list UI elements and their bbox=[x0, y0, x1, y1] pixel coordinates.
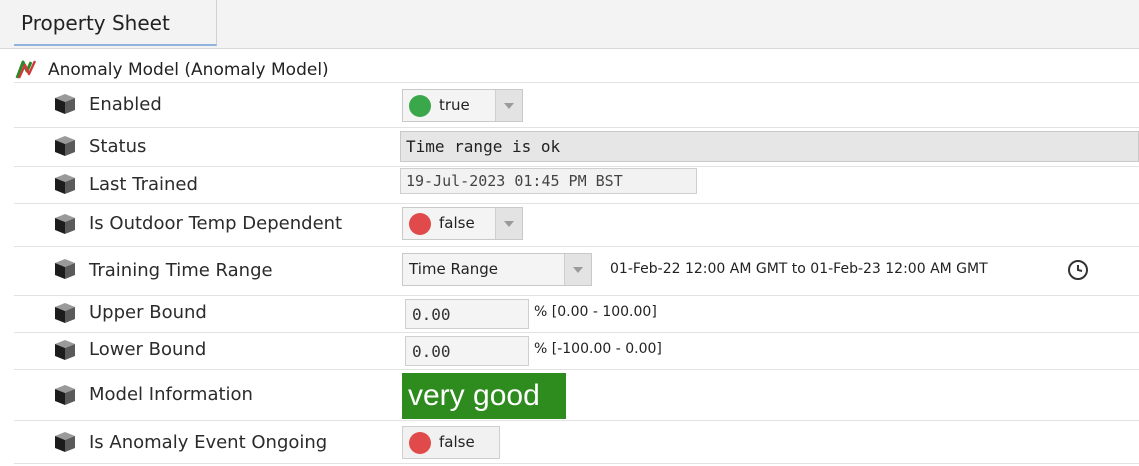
false-status-dot bbox=[409, 213, 431, 235]
anomaly-ongoing-label: Is Anomaly Event Ongoing bbox=[89, 432, 328, 453]
status-value-field: Time range is ok bbox=[400, 131, 1139, 162]
property-row-anomaly-ongoing: Is Anomaly Event Ongoing false bbox=[14, 421, 1139, 464]
upper-bound-input[interactable]: 0.00 bbox=[405, 299, 529, 329]
root-row[interactable]: Anomaly Model (Anomaly Model) bbox=[14, 52, 1139, 83]
tab-bar: Property Sheet bbox=[0, 0, 1139, 49]
property-cube-icon bbox=[55, 94, 75, 114]
training-range-text: 01-Feb-22 12:00 AM GMT to 01-Feb-23 12:0… bbox=[610, 261, 988, 277]
property-row-model-information: Model Information very good bbox=[14, 370, 1139, 421]
property-cube-icon bbox=[55, 432, 75, 452]
lower-bound-range-note: % [-100.00 - 0.00] bbox=[534, 341, 662, 357]
property-cube-icon bbox=[55, 340, 75, 360]
property-row-last-trained: Last Trained 19-Jul-2023 01:45 PM BST bbox=[14, 167, 1139, 204]
property-cube-icon bbox=[55, 259, 75, 279]
property-row-status: Status Time range is ok bbox=[14, 128, 1139, 167]
anomaly-ongoing-value-field: false bbox=[402, 426, 500, 459]
property-row-lower-bound: Lower Bound 0.00 % [-100.00 - 0.00] bbox=[14, 333, 1139, 370]
enabled-label: Enabled bbox=[89, 94, 162, 115]
property-row-enabled: Enabled true bbox=[14, 83, 1139, 128]
upper-bound-label: Upper Bound bbox=[89, 302, 207, 323]
last-trained-value-field: 19-Jul-2023 01:45 PM BST bbox=[400, 168, 697, 194]
lower-bound-input[interactable]: 0.00 bbox=[405, 336, 529, 366]
property-cube-icon bbox=[55, 174, 75, 194]
enabled-value: true bbox=[439, 96, 470, 114]
training-range-label: Training Time Range bbox=[89, 260, 273, 281]
property-cube-icon bbox=[55, 136, 75, 156]
property-cube-icon bbox=[55, 303, 75, 323]
root-label: Anomaly Model (Anomaly Model) bbox=[48, 60, 329, 80]
outdoor-temp-label: Is Outdoor Temp Dependent bbox=[89, 213, 343, 234]
outdoor-temp-value: false bbox=[439, 214, 475, 232]
false-status-dot bbox=[409, 432, 431, 454]
property-cube-icon bbox=[55, 385, 75, 405]
lower-bound-label: Lower Bound bbox=[89, 339, 207, 360]
true-status-dot bbox=[409, 95, 431, 117]
anomaly-ongoing-value: false bbox=[439, 433, 475, 451]
model-information-badge: very good bbox=[402, 373, 566, 419]
last-trained-label: Last Trained bbox=[89, 174, 198, 195]
status-label: Status bbox=[89, 136, 147, 157]
property-row-upper-bound: Upper Bound 0.00 % [0.00 - 100.00] bbox=[14, 296, 1139, 333]
property-row-training-range: Training Time Range Time Range 01-Feb-22… bbox=[14, 247, 1139, 296]
tab-property-sheet-label: Property Sheet bbox=[21, 11, 170, 35]
clock-icon[interactable] bbox=[1066, 258, 1090, 282]
training-range-dropdown[interactable]: Time Range bbox=[402, 253, 592, 286]
upper-bound-range-note: % [0.00 - 100.00] bbox=[534, 304, 657, 320]
outdoor-temp-dropdown[interactable]: false bbox=[402, 207, 523, 240]
property-row-outdoor-temp: Is Outdoor Temp Dependent false bbox=[14, 204, 1139, 247]
chevron-down-icon[interactable] bbox=[495, 208, 522, 239]
model-information-label: Model Information bbox=[89, 384, 253, 405]
chevron-down-icon[interactable] bbox=[564, 254, 591, 285]
chevron-down-icon[interactable] bbox=[495, 90, 522, 121]
enabled-dropdown[interactable]: true bbox=[402, 89, 523, 122]
property-cube-icon bbox=[55, 214, 75, 234]
anomaly-model-icon bbox=[15, 60, 37, 79]
training-range-value: Time Range bbox=[409, 260, 499, 278]
tab-property-sheet[interactable]: Property Sheet bbox=[14, 0, 217, 46]
